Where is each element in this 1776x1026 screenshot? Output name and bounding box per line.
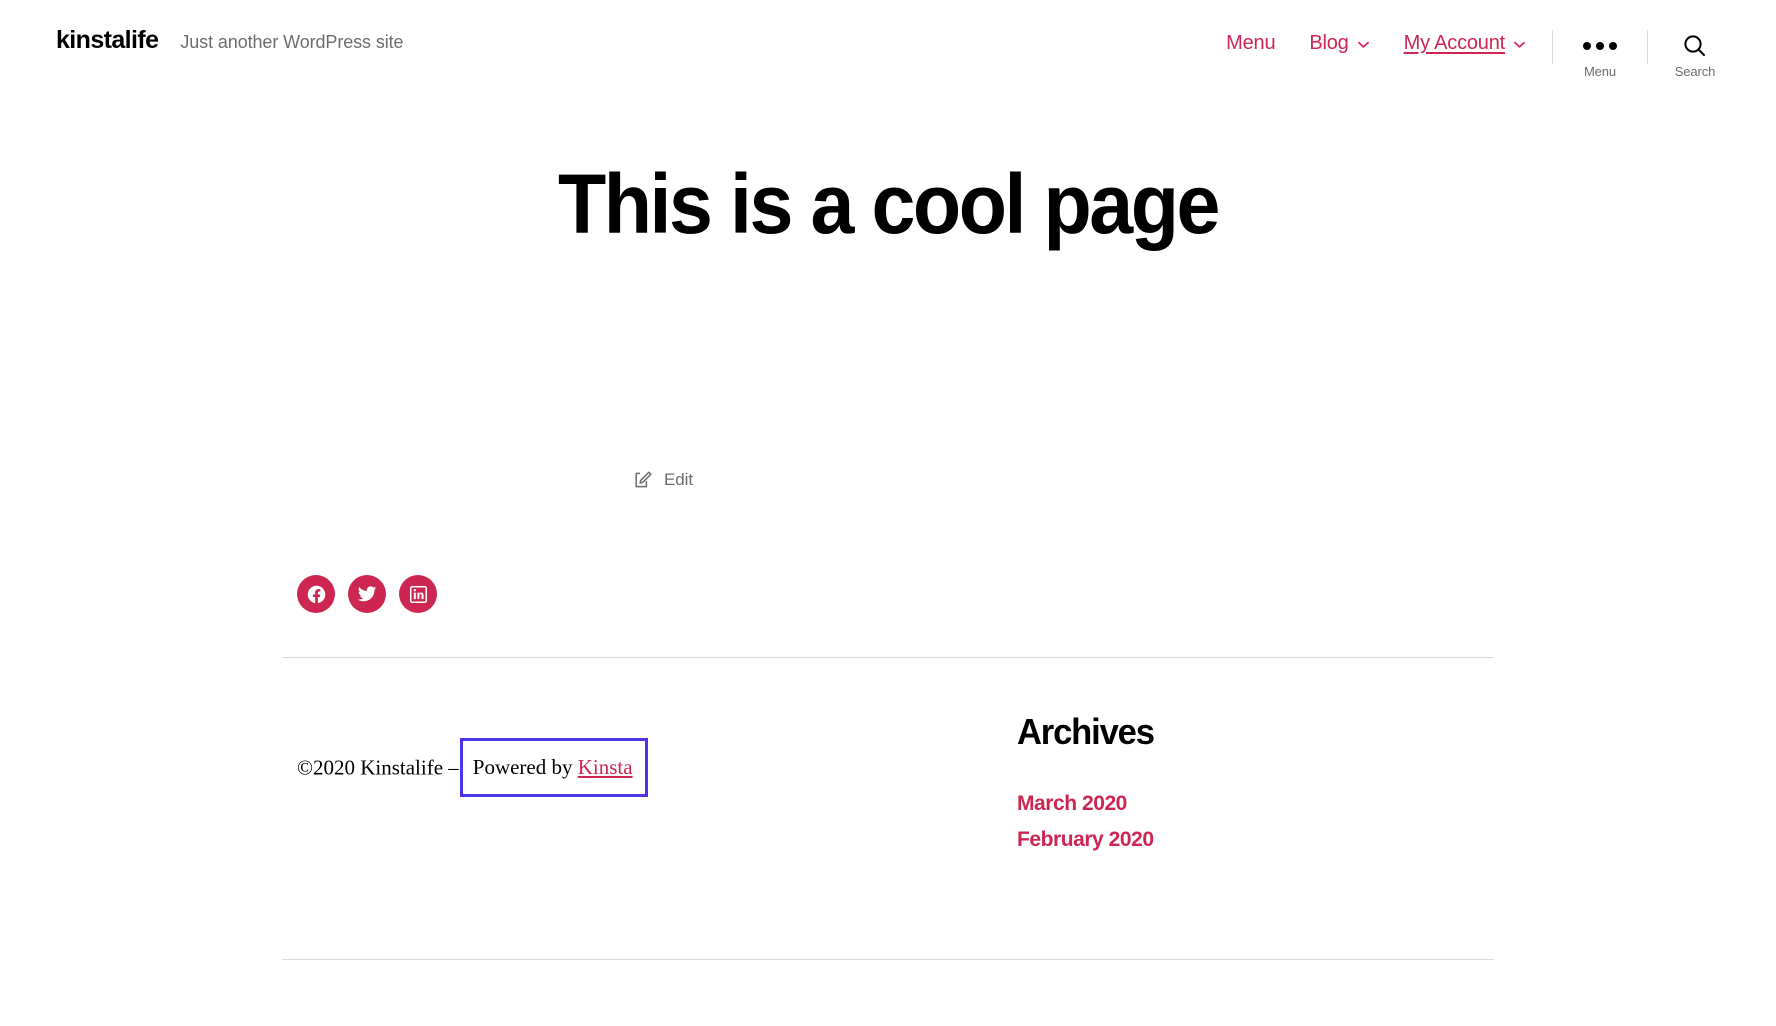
site-title[interactable]: kinstalife	[56, 28, 159, 53]
facebook-icon	[306, 584, 327, 605]
menu-toggle-button[interactable]: Menu	[1553, 26, 1647, 78]
footer-grid: ©2020 Kinstalife – Powered by Kinsta Arch…	[0, 714, 1776, 861]
footer-divider-top	[282, 657, 1494, 659]
twitter-share-button[interactable]	[348, 575, 386, 614]
chevron-down-icon	[1513, 38, 1526, 51]
edit-post-link[interactable]: Edit	[633, 470, 693, 490]
archive-link-march-2020[interactable]: March 2020	[1017, 792, 1127, 815]
entry-content-body	[0, 248, 1776, 378]
footer-divider-bottom	[282, 958, 1494, 960]
linkedin-icon	[409, 585, 428, 604]
search-toggle-button[interactable]: Search	[1648, 26, 1742, 78]
powered-by-highlight-box: Powered by Kinsta	[459, 738, 648, 798]
nav-item-blog[interactable]: Blog	[1309, 33, 1369, 53]
archive-link-february-2020[interactable]: February 2020	[1017, 828, 1154, 851]
archives-widget: Archives March 2020 February 2020	[929, 714, 1160, 861]
site-description: Just another WordPress site	[180, 32, 404, 52]
nav-item-menu-label: Menu	[1226, 32, 1276, 54]
credit-separator: –	[448, 755, 459, 780]
twitter-icon	[357, 584, 377, 604]
nav-item-my-account[interactable]: My Account	[1404, 33, 1526, 53]
chevron-down-icon	[1357, 38, 1370, 51]
powered-by-text: Powered by	[472, 755, 573, 780]
main-content: This is a cool page Edit	[0, 92, 1776, 614]
footer-credits: ©2020 Kinstalife – Powered by Kinsta	[297, 714, 929, 861]
page-title: This is a cool page	[557, 157, 1220, 251]
site-footer: ©2020 Kinstalife – Powered by Kinsta Arch…	[0, 657, 1776, 960]
archives-list: March 2020 February 2020	[1017, 790, 1160, 854]
menu-toggle-label: Menu	[1583, 64, 1617, 79]
ellipsis-icon	[1583, 32, 1617, 60]
edit-pencil-icon	[633, 470, 653, 490]
page-root: kinstalife Just another WordPress site M…	[0, 0, 1776, 1026]
nav-item-my-account-label: My Account	[1403, 32, 1506, 54]
social-sharing-list	[0, 575, 1776, 614]
kinsta-link[interactable]: Kinsta	[578, 755, 633, 779]
linkedin-share-button[interactable]	[399, 575, 437, 614]
copyright-text: ©2020 Kinstalife	[297, 755, 444, 780]
list-item: February 2020	[1017, 826, 1160, 854]
facebook-share-button[interactable]	[297, 575, 335, 614]
nav-item-menu[interactable]: Menu	[1226, 33, 1275, 53]
site-branding: kinstalife Just another WordPress site	[56, 22, 404, 53]
edit-row: Edit	[0, 470, 1776, 490]
entry-header: This is a cool page	[0, 92, 1776, 248]
nav-item-blog-label: Blog	[1309, 32, 1349, 54]
site-header: kinstalife Just another WordPress site M…	[0, 0, 1776, 92]
edit-post-label: Edit	[664, 470, 693, 490]
header-right: Menu Blog My Account Menu Search	[1226, 22, 1742, 78]
search-icon	[1682, 32, 1708, 60]
list-item: March 2020	[1017, 790, 1160, 818]
search-toggle-label: Search	[1674, 64, 1716, 79]
archives-widget-title: Archives	[1017, 711, 1155, 753]
primary-navigation: Menu Blog My Account	[1226, 26, 1526, 53]
